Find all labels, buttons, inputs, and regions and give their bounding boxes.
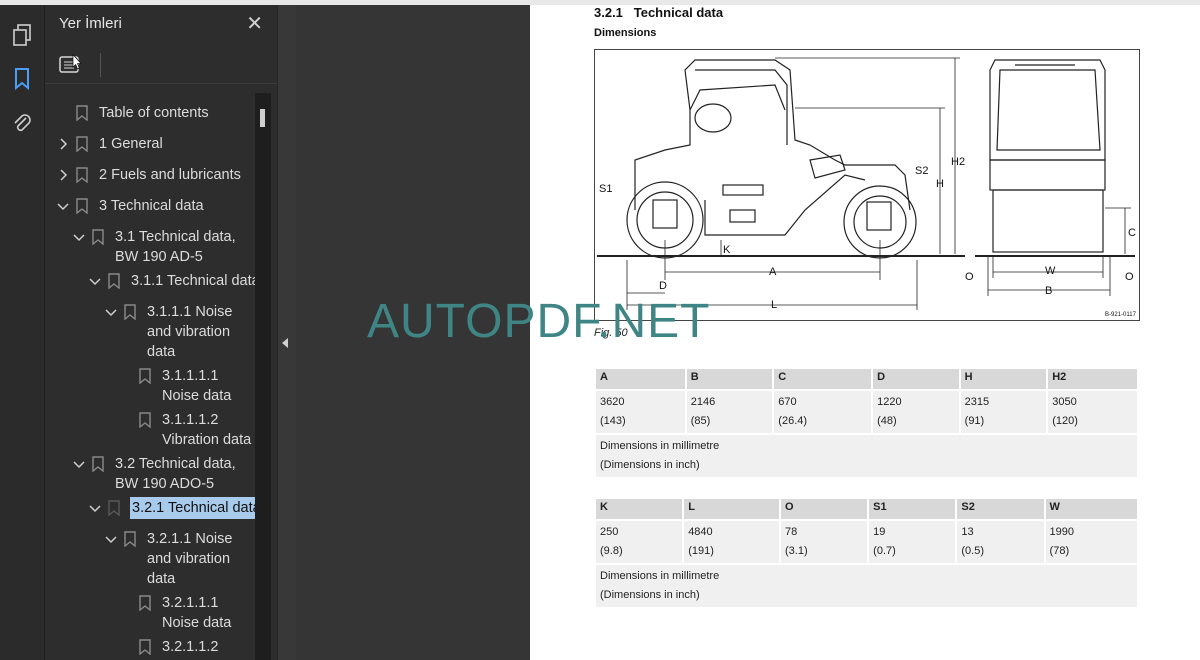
label-h2: H2 bbox=[951, 156, 965, 168]
collapse-arrow-icon[interactable] bbox=[282, 338, 288, 348]
value-cell: 2146 (85) bbox=[686, 391, 773, 433]
toolbar-separator bbox=[100, 53, 101, 77]
header-cell: S2 bbox=[957, 499, 1044, 519]
label-l: L bbox=[771, 299, 777, 311]
label-b: B bbox=[1045, 285, 1052, 297]
value-cell: 4840 (191) bbox=[684, 521, 779, 563]
panel-title: Yer İmleri bbox=[59, 15, 122, 32]
bookmark-label: 3.1.1.1.2 Vibration data bbox=[162, 412, 252, 448]
bookmark-label: 1 General bbox=[99, 136, 163, 152]
header-cell: A bbox=[596, 369, 685, 389]
bookmark-label: Table of contents bbox=[99, 105, 209, 121]
bookmark-scrollbar[interactable] bbox=[255, 93, 271, 660]
value-cell: 1990 (78) bbox=[1045, 521, 1137, 563]
header-cell: S1 bbox=[869, 499, 956, 519]
label-k: K bbox=[723, 244, 731, 256]
bookmark-label: 3.2.1.1.2 Vibration data bbox=[162, 639, 251, 660]
table-header-row: K L O S1 S2 W bbox=[596, 499, 1137, 519]
note-cell: Dimensions in millimetre (Dimensions in i… bbox=[596, 565, 1137, 607]
chevron-down-icon[interactable] bbox=[57, 200, 69, 212]
header-cell: B bbox=[686, 369, 773, 389]
bookmark-label: 2 Fuels and lubricants bbox=[99, 167, 241, 183]
watermark-text: AUTOPDF.NET bbox=[367, 295, 711, 348]
header-cell: H bbox=[960, 369, 1047, 389]
label-w: W bbox=[1045, 265, 1056, 277]
label-h: H bbox=[936, 178, 944, 190]
chevron-down-icon[interactable] bbox=[105, 533, 117, 545]
bookmark-label: 3.1.1.1 Noise and vibration data bbox=[147, 304, 233, 360]
value-cell: 13 (0.5) bbox=[957, 521, 1044, 563]
header-cell: H2 bbox=[1048, 369, 1137, 389]
table-note-row: Dimensions in millimetre (Dimensions in i… bbox=[596, 565, 1137, 607]
value-cell: 19 (0.7) bbox=[869, 521, 956, 563]
bookmark-label: 3.2.1.1 Noise and vibration data bbox=[147, 531, 233, 587]
label-d: D bbox=[659, 280, 667, 292]
chevron-right-icon[interactable] bbox=[57, 169, 69, 181]
dimensions-table-1: A B C D H H2 3620 (143) 2146 (85) 670 (26.4… bbox=[594, 367, 1139, 479]
value-cell: 78 (3.1) bbox=[780, 521, 868, 563]
value-cell: 1220 (48) bbox=[873, 391, 959, 433]
header-cell: D bbox=[873, 369, 959, 389]
bookmark-label: 3.1.1.1.1 Noise data bbox=[162, 368, 232, 404]
bookmarks-panel: Yer İmleri ✕ Table of contents 1 General… bbox=[45, 5, 277, 660]
bookmark-label: 3.2 Technical data, BW 190 ADO-5 bbox=[115, 456, 236, 492]
subtitle: Dimensions bbox=[594, 27, 657, 39]
header-cell: K bbox=[596, 499, 683, 519]
roller-drawing: S1 S2 H2 H C K A D L O O W B B-921-0117 bbox=[597, 57, 1137, 318]
table-row: 3620 (143) 2146 (85) 670 (26.4) 1220 (48) 23… bbox=[596, 391, 1137, 433]
bookmark-label: 3.2.1.1.1 Noise data bbox=[162, 595, 232, 631]
value-cell: 250 (9.8) bbox=[596, 521, 683, 563]
chevron-right-icon[interactable] bbox=[57, 138, 69, 150]
value-cell: 3050 (120) bbox=[1048, 391, 1137, 433]
table-note-row: Dimensions in millimetre (Dimensions in i… bbox=[596, 435, 1137, 477]
header-cell: C bbox=[774, 369, 872, 389]
table-row: 250 (9.8) 4840 (191) 78 (3.1) 19 (0.7) 13 (0.… bbox=[596, 521, 1137, 563]
scrollbar-thumb[interactable] bbox=[260, 109, 265, 127]
label-c: C bbox=[1128, 227, 1136, 239]
bookmark-tree: Table of contents 1 General 2 Fuels and … bbox=[45, 93, 255, 660]
label-a: A bbox=[769, 266, 777, 278]
label-s1: S1 bbox=[599, 183, 612, 195]
panel-toolbar bbox=[45, 47, 277, 84]
bookmark-label: 3.1 Technical data, BW 190 AD-5 bbox=[115, 229, 236, 265]
label-o-right: O bbox=[1125, 271, 1134, 283]
chevron-down-icon[interactable] bbox=[105, 306, 117, 318]
attachment-icon[interactable] bbox=[10, 111, 34, 135]
pages-icon[interactable] bbox=[10, 23, 34, 47]
bookmark-options-icon[interactable] bbox=[57, 53, 85, 77]
label-o-left: O bbox=[965, 271, 974, 283]
value-cell: 670 (26.4) bbox=[774, 391, 872, 433]
bookmark-label: 3.2.1 Technical data bbox=[130, 497, 255, 519]
bookmark-label: 3 Technical data bbox=[99, 198, 204, 214]
panel-splitter[interactable] bbox=[277, 5, 296, 660]
dimensions-table-2: K L O S1 S2 W 250 (9.8) 4840 (191) 78 (3.1)… bbox=[594, 497, 1139, 609]
header-cell: L bbox=[684, 499, 779, 519]
figure-code: B-921-0117 bbox=[1105, 312, 1137, 318]
bookmark-label: 3.1.1 Technical data bbox=[131, 273, 255, 289]
dimensions-figure: S1 S2 H2 H C K A D L O O W B B-921-0117 bbox=[594, 49, 1140, 321]
header-cell: O bbox=[780, 499, 868, 519]
section-title: 3.2.1 Technical data bbox=[594, 5, 724, 20]
bookmark-icon[interactable] bbox=[10, 67, 34, 91]
value-cell: 3620 (143) bbox=[596, 391, 685, 433]
label-s2: S2 bbox=[915, 165, 928, 177]
value-cell: 2315 (91) bbox=[960, 391, 1047, 433]
header-cell: W bbox=[1045, 499, 1137, 519]
chevron-down-icon[interactable] bbox=[89, 275, 101, 287]
chevron-down-icon[interactable] bbox=[73, 458, 85, 470]
note-cell: Dimensions in millimetre (Dimensions in i… bbox=[596, 435, 1137, 477]
sidebar-rail bbox=[0, 5, 45, 660]
table-header-row: A B C D H H2 bbox=[596, 369, 1137, 389]
chevron-down-icon[interactable] bbox=[89, 502, 101, 514]
chevron-down-icon[interactable] bbox=[73, 231, 85, 243]
close-icon[interactable]: ✕ bbox=[246, 11, 263, 36]
